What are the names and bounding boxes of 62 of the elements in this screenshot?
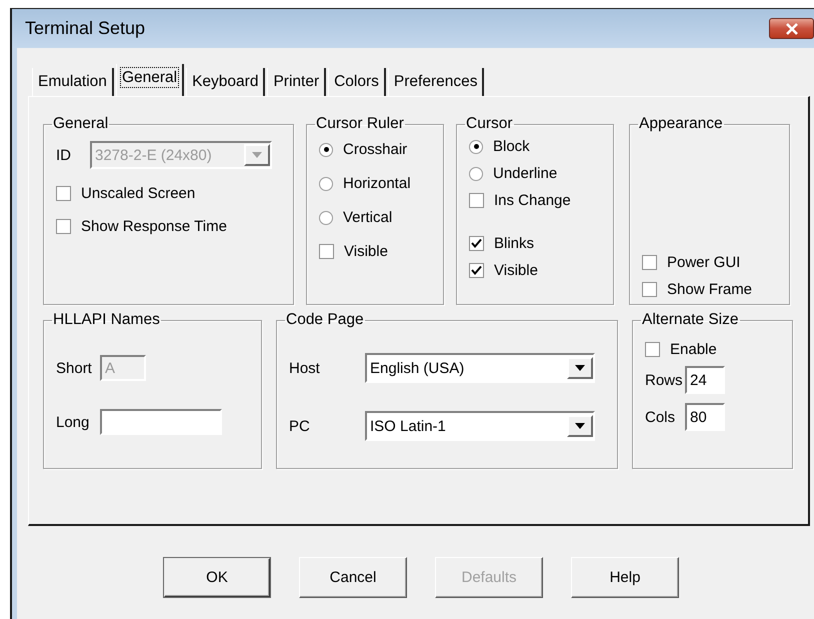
dialog-button[interactable]: Help: [571, 557, 679, 598]
tab[interactable]: Colors: [328, 68, 386, 96]
radio-label: Vertical: [343, 209, 392, 226]
radio-label: Underline: [493, 165, 558, 182]
input-field[interactable]: [100, 409, 222, 435]
radio-label: Block: [493, 138, 530, 155]
close-button[interactable]: [769, 18, 814, 39]
checkbox-label: Show Response Time: [81, 218, 227, 235]
tab[interactable]: Preferences: [388, 68, 484, 96]
tab[interactable]: Keyboard: [186, 68, 266, 96]
window-title: Terminal Setup: [25, 18, 146, 39]
checkbox-label: Enable: [670, 341, 717, 358]
dropdown[interactable]: English (USA): [365, 353, 595, 383]
radio-button[interactable]: [469, 166, 483, 180]
tab[interactable]: Printer: [267, 68, 326, 96]
checkbox[interactable]: [319, 244, 334, 259]
checkbox-label: Visible: [494, 262, 538, 279]
tab[interactable]: Emulation: [32, 68, 114, 96]
checkbox[interactable]: [469, 236, 484, 251]
radio-label: Horizontal: [343, 175, 411, 192]
checkbox-label: Ins Change: [494, 192, 571, 209]
checkbox[interactable]: [645, 342, 660, 357]
group-title: Appearance: [638, 115, 724, 133]
field-label: PC: [289, 418, 311, 434]
dialog-button[interactable]: OK: [163, 557, 271, 598]
checkbox-label: Unscaled Screen: [81, 185, 196, 202]
tab[interactable]: General: [116, 64, 184, 96]
checkbox[interactable]: [642, 255, 657, 270]
group-title: Code Page: [285, 311, 365, 329]
checkbox[interactable]: [469, 193, 484, 208]
caret-icon: [252, 152, 262, 158]
dropdown[interactable]: ISO Latin-1: [365, 411, 595, 441]
field-label: Cols: [645, 408, 676, 426]
radio-button[interactable]: [469, 140, 483, 154]
field-label: ID: [56, 146, 72, 164]
group-title: Cursor Ruler: [315, 115, 405, 133]
group-title: Alternate Size: [641, 311, 740, 329]
close-icon: [784, 22, 798, 34]
field-label: Rows: [645, 372, 684, 388]
radio-label: Crosshair: [343, 141, 408, 158]
group-title: General: [52, 115, 110, 133]
radio-button[interactable]: [319, 142, 333, 156]
group-title: HLLAPI Names: [52, 311, 161, 329]
group-title: Cursor: [465, 115, 514, 133]
input-field[interactable]: 24: [685, 366, 725, 394]
field-label: Short: [56, 360, 93, 376]
checkbox[interactable]: [56, 186, 71, 201]
field-label: Host: [289, 360, 321, 376]
dialog-button[interactable]: Cancel: [299, 557, 407, 598]
checkbox-label: Show Frame: [667, 281, 752, 298]
caret-icon: [575, 365, 585, 371]
checkbox[interactable]: [642, 282, 657, 297]
checkbox[interactable]: [56, 219, 71, 234]
radio-button[interactable]: [319, 176, 333, 190]
checkbox[interactable]: [469, 263, 484, 278]
field-label: Long: [56, 414, 90, 430]
checkbox-label: Blinks: [494, 235, 534, 252]
radio-button[interactable]: [319, 210, 333, 224]
caret-icon: [575, 423, 585, 429]
checkbox-label: Power GUI: [667, 254, 740, 271]
input-field[interactable]: 80: [685, 403, 725, 431]
checkbox-label: Visible: [344, 243, 388, 260]
